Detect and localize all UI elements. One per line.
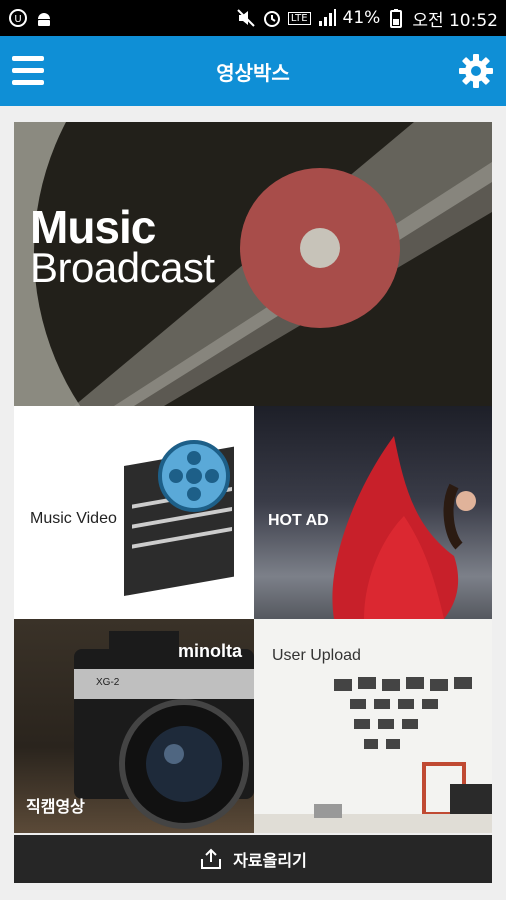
tile-user-upload[interactable]: User Upload [254,619,492,833]
upload-button[interactable]: 자료올리기 [14,835,492,883]
clock: 오전 10:52 [412,10,498,31]
gear-icon [459,54,493,88]
tile-music-video[interactable]: Music Video [14,406,254,619]
menu-button[interactable] [12,56,44,86]
upload-button-label: 자료올리기 [233,851,307,870]
upload-icon [201,848,222,869]
app-title: 영상박스 [216,60,290,85]
u-plus-icon: U [8,8,28,28]
svg-text:U: U [14,14,21,25]
battery-icon [386,8,406,28]
category-grid: Music Video HOT AD minolta XG-2 직캠영상 Use… [14,406,492,833]
tile-hot-ad[interactable]: HOT AD [254,406,492,619]
music-broadcast-banner[interactable]: Music Broadcast [14,122,492,406]
alarm-icon [262,8,282,28]
status-bar: U LTE 41% 오전 10:52 [0,0,506,36]
tile-label: HOT AD [268,512,329,529]
tile-label: 직캠영상 [26,799,85,816]
settings-button[interactable] [458,53,494,89]
tile-label: User Upload [272,647,361,664]
menu-line [12,68,44,73]
battery-percent: 41% [342,8,381,28]
android-icon [34,8,54,28]
banner-title-line2: Broadcast [30,244,215,291]
signal-icon [317,8,337,28]
content: Music Broadcast Music Video HOT AD minol… [14,122,492,833]
tile-label: Music Video [30,510,117,527]
lte-badge: LTE [287,11,311,25]
mute-icon [236,8,256,28]
tile-fancam[interactable]: minolta XG-2 직캠영상 [14,619,254,833]
menu-line [12,80,44,85]
app-bar: 영상박스 [0,36,506,106]
menu-line [12,56,44,61]
camera-brand-text: minolta [178,641,243,661]
camera-model-text: XG-2 [96,677,120,688]
